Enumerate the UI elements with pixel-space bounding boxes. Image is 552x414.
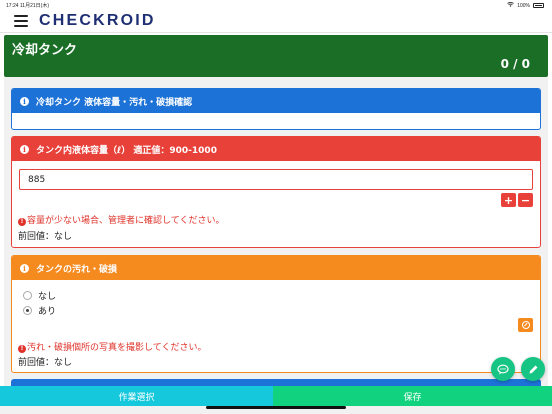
overview-card: i 冷却タンク 液体容量・汚れ・破損確認 — [11, 88, 541, 130]
dirt-card: i タンクの汚れ・破損 なし あり ! 汚れ・破損個所の写真を撮影してください。 … — [11, 255, 541, 373]
info-icon: i — [20, 144, 29, 154]
volume-previous-value: 前回値：なし — [18, 232, 73, 242]
menu-icon[interactable] — [14, 15, 28, 27]
volume-warning: ! 容量が少ない場合、管理者に確認してください。 — [18, 213, 224, 226]
battery-percent: 100% — [517, 2, 530, 9]
dirt-warning: ! 汚れ・破損個所の写真を撮影してください。 — [18, 340, 206, 353]
comment-button[interactable] — [491, 357, 515, 381]
section-header: 冷却タンク 0 / 0 — [4, 35, 548, 77]
task-select-label: 作業選択 — [118, 392, 155, 403]
alert-icon: ! — [18, 217, 26, 226]
overview-card-header: i 冷却タンク 液体容量・汚れ・破損確認 — [12, 89, 540, 113]
next-card-header — [11, 379, 541, 386]
volume-card-title: タンク内液体容量（ℓ） 適正値：900-1000 — [36, 145, 217, 156]
pencil-icon — [529, 365, 537, 373]
section-title: 冷却タンク — [12, 43, 78, 58]
save-label: 保存 — [403, 392, 422, 403]
wifi-icon — [507, 1, 514, 9]
volume-card: i タンク内液体容量（ℓ） 適正値：900-1000 + − !容量が少ない場合… — [11, 136, 541, 248]
radio-button[interactable] — [23, 291, 32, 300]
progress-count: 0 / 0 — [500, 57, 530, 71]
overview-card-title: 冷却タンク 液体容量・汚れ・破損確認 — [36, 97, 193, 108]
minus-button[interactable]: − — [518, 193, 533, 207]
minus-icon: − — [520, 193, 531, 207]
bottom-bar: 作業選択 保存 — [0, 386, 552, 406]
radio-option-present[interactable]: あり — [23, 304, 56, 317]
task-select-button[interactable]: 作業選択 — [0, 386, 273, 406]
app-header: CHECKROID — [0, 9, 552, 33]
status-right: 100% — [507, 1, 544, 9]
app-screen: 17:24 11月21日(木) 100% CHECKROID 冷却タンク 0 /… — [0, 0, 552, 414]
dirt-warning-text: 汚れ・破損個所の写真を撮影してください。 — [27, 343, 207, 353]
radio-option-none[interactable]: なし — [23, 289, 56, 302]
info-icon: i — [20, 96, 29, 106]
home-indicator — [206, 406, 346, 409]
plus-button[interactable]: + — [501, 193, 516, 207]
radio-button-selected[interactable] — [23, 306, 32, 315]
battery-icon — [533, 3, 544, 8]
plus-icon: + — [503, 193, 514, 207]
info-icon: i — [20, 263, 29, 273]
dirt-previous-value: 前回値：なし — [18, 358, 73, 368]
volume-input[interactable] — [19, 169, 533, 190]
save-button[interactable]: 保存 — [273, 386, 552, 406]
app-logo: CHECKROID — [39, 12, 156, 29]
clear-selection-button[interactable] — [518, 318, 533, 332]
ban-icon — [521, 321, 530, 329]
radio-label: なし — [38, 292, 57, 302]
chat-icon — [497, 364, 509, 374]
checklist-scroll-area[interactable]: i 冷却タンク 液体容量・汚れ・破損確認 i タンク内液体容量（ℓ） 適正値：9… — [4, 77, 548, 386]
status-time: 17:24 11月21日(木) — [6, 3, 49, 9]
edit-button[interactable] — [521, 357, 545, 381]
dirt-card-header: i タンクの汚れ・破損 — [12, 256, 540, 280]
alert-icon: ! — [18, 344, 26, 353]
dirt-card-title: タンクの汚れ・破損 — [36, 264, 118, 275]
volume-warning-text: 容量が少ない場合、管理者に確認してください。 — [27, 216, 225, 226]
status-bar: 17:24 11月21日(木) 100% — [0, 0, 552, 9]
radio-label: あり — [38, 307, 57, 317]
volume-card-header: i タンク内液体容量（ℓ） 適正値：900-1000 — [12, 137, 540, 161]
